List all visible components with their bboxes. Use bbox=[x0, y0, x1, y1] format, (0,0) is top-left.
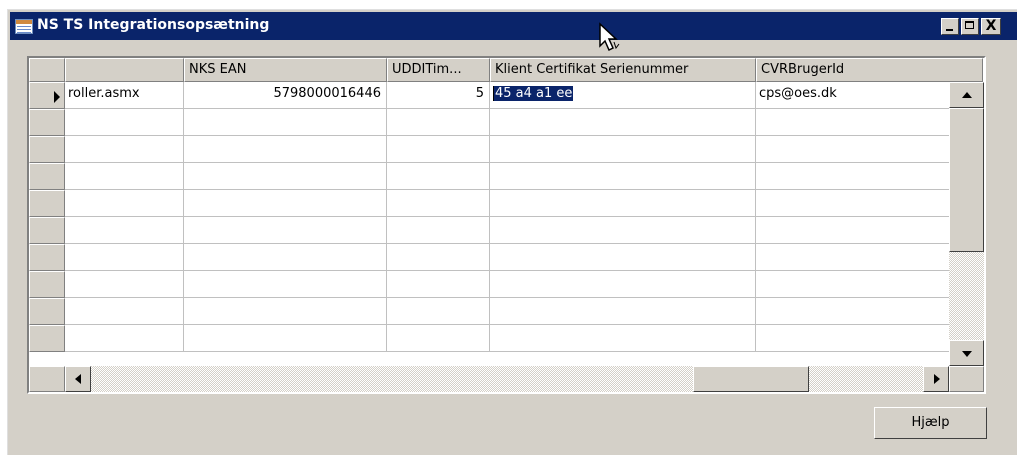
grid-cell[interactable] bbox=[387, 325, 490, 352]
grid-cell[interactable] bbox=[184, 325, 387, 352]
arrow-up-icon bbox=[962, 92, 972, 98]
grid-cell[interactable] bbox=[387, 190, 490, 217]
dialog-window: NS TS Integrationsopsætning X NKS EAN UD… bbox=[7, 9, 1017, 455]
grid-cell[interactable] bbox=[184, 136, 387, 163]
grid-cell[interactable] bbox=[490, 163, 756, 190]
selected-cell-text[interactable]: 45 a4 a1 ee bbox=[493, 86, 574, 101]
title-bar[interactable]: NS TS Integrationsopsætning X bbox=[10, 12, 1017, 40]
grid-cell[interactable] bbox=[387, 109, 490, 136]
column-header-1[interactable] bbox=[65, 58, 184, 82]
grid-cell[interactable] bbox=[387, 271, 490, 298]
grid-cell[interactable] bbox=[490, 271, 756, 298]
column-header-cvr-user-id[interactable]: CVRBrugerId bbox=[756, 58, 983, 82]
grid-cell[interactable] bbox=[184, 109, 387, 136]
scroll-up-button[interactable] bbox=[949, 82, 984, 108]
scrollbar-corner bbox=[949, 366, 984, 392]
data-grid: NKS EAN UDDITim... Klient Certifikat Ser… bbox=[27, 56, 986, 394]
scroll-down-button[interactable] bbox=[949, 340, 984, 366]
grid-cell[interactable] bbox=[490, 109, 756, 136]
hscroll-left-corner bbox=[29, 366, 65, 392]
grid-cell[interactable] bbox=[65, 136, 184, 163]
cell-service[interactable]: roller.asmx bbox=[65, 82, 184, 109]
grid-cell[interactable] bbox=[184, 271, 387, 298]
window-title: NS TS Integrationsopsætning bbox=[37, 17, 270, 33]
row-selector[interactable] bbox=[29, 163, 65, 190]
arrow-left-icon bbox=[75, 374, 81, 384]
row-selector[interactable] bbox=[29, 244, 65, 271]
grid-cell[interactable] bbox=[184, 163, 387, 190]
grid-cell[interactable] bbox=[490, 217, 756, 244]
grid-cell[interactable] bbox=[65, 244, 184, 271]
row-selector[interactable] bbox=[29, 217, 65, 244]
row-selector[interactable] bbox=[29, 109, 65, 136]
row-selector[interactable] bbox=[29, 325, 65, 352]
vertical-scrollbar[interactable] bbox=[949, 82, 984, 366]
close-button[interactable]: X bbox=[981, 18, 1001, 35]
cell-client-certificate[interactable]: 45 a4 a1 ee bbox=[490, 82, 756, 109]
cell-nks-ean[interactable]: 5798000016446 bbox=[184, 82, 387, 109]
grid-cell[interactable] bbox=[490, 298, 756, 325]
grid-cell[interactable] bbox=[184, 217, 387, 244]
column-header-nks-ean[interactable]: NKS EAN bbox=[184, 58, 387, 82]
horizontal-scrollbar[interactable] bbox=[65, 366, 949, 392]
grid-cell[interactable] bbox=[387, 136, 490, 163]
grid-cell[interactable] bbox=[490, 325, 756, 352]
grid-cell[interactable] bbox=[387, 163, 490, 190]
current-row-arrow-icon bbox=[54, 91, 60, 103]
arrow-right-icon bbox=[934, 374, 940, 384]
mouse-cursor-icon bbox=[599, 22, 620, 52]
arrow-down-icon bbox=[962, 351, 972, 357]
grid-cell[interactable] bbox=[184, 190, 387, 217]
grid-cell[interactable] bbox=[65, 190, 184, 217]
vertical-scroll-thumb[interactable] bbox=[949, 108, 984, 252]
grid-cell[interactable] bbox=[65, 325, 184, 352]
minimize-button[interactable] bbox=[941, 18, 959, 35]
row-selector[interactable] bbox=[29, 136, 65, 163]
grid-cell[interactable] bbox=[184, 298, 387, 325]
grid-cell[interactable] bbox=[184, 244, 387, 271]
maximize-button[interactable] bbox=[961, 18, 979, 35]
row-selector[interactable] bbox=[29, 271, 65, 298]
grid-cell[interactable] bbox=[490, 136, 756, 163]
horizontal-scroll-thumb[interactable] bbox=[693, 366, 809, 392]
grid-cell[interactable] bbox=[387, 217, 490, 244]
help-button[interactable]: Hjælp bbox=[874, 407, 987, 439]
grid-cell[interactable] bbox=[387, 244, 490, 271]
cell-uddi-timeout[interactable]: 5 bbox=[387, 82, 490, 109]
close-icon: X bbox=[985, 18, 997, 34]
scroll-left-button[interactable] bbox=[65, 366, 91, 392]
row-selector[interactable] bbox=[29, 190, 65, 217]
grid-cell[interactable] bbox=[65, 298, 184, 325]
column-header-uddi-timeout[interactable]: UDDITim... bbox=[387, 58, 490, 82]
table-icon bbox=[15, 19, 33, 34]
grid-cell[interactable] bbox=[65, 109, 184, 136]
grid-corner-header[interactable] bbox=[29, 58, 65, 82]
grid-cell[interactable] bbox=[490, 190, 756, 217]
grid-cell[interactable] bbox=[490, 244, 756, 271]
grid-cell[interactable] bbox=[65, 271, 184, 298]
grid-cell[interactable] bbox=[65, 163, 184, 190]
grid-cell[interactable] bbox=[65, 217, 184, 244]
column-header-client-certificate[interactable]: Klient Certifikat Serienummer bbox=[490, 58, 756, 82]
grid-cell[interactable] bbox=[387, 298, 490, 325]
scroll-right-button[interactable] bbox=[923, 366, 949, 392]
row-selector[interactable] bbox=[29, 298, 65, 325]
row-selector-current[interactable] bbox=[29, 82, 65, 109]
